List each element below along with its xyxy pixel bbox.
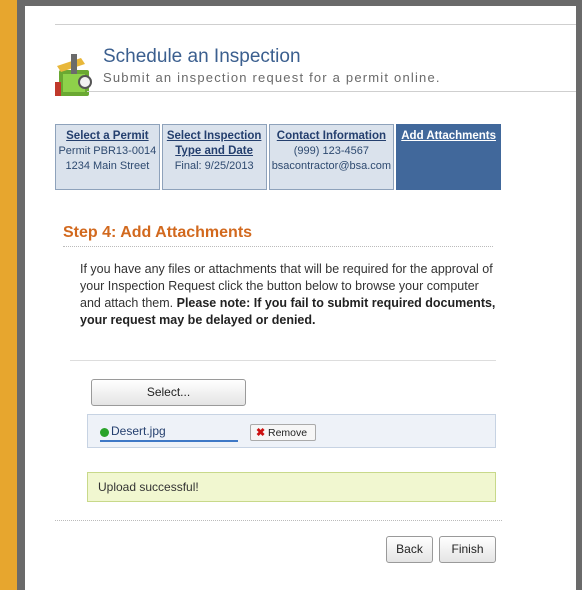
wizard-steps: Select a Permit Permit PBR13-0014 1234 M… (55, 124, 502, 194)
step-title-contact-information[interactable]: Contact Information (270, 129, 394, 144)
select-file-button[interactable]: Select... (91, 379, 246, 406)
step-title-select-permit[interactable]: Select a Permit (56, 129, 159, 144)
step-permit-address: 1234 Main Street (65, 160, 150, 172)
step-contact-information[interactable]: Contact Information (999) 123-4567 bsaco… (268, 124, 395, 190)
finish-button[interactable]: Finish (439, 536, 496, 563)
page-subtitle: Submit an inspection request for a permi… (103, 70, 441, 85)
step-select-permit[interactable]: Select a Permit Permit PBR13-0014 1234 M… (55, 124, 160, 190)
remove-x-icon: ✖ (256, 427, 266, 439)
step-contact-email: bsacontractor@bsa.com (271, 160, 392, 172)
file-name: Desert.jpg (111, 424, 166, 438)
step-title-select-inspection-line2[interactable]: Type and Date (163, 144, 266, 159)
step-title-select-inspection-line1[interactable]: Select Inspection (163, 129, 266, 144)
upload-ok-icon (100, 428, 109, 437)
top-divider (55, 24, 576, 25)
heading-divider (63, 246, 493, 247)
remove-label: Remove (268, 427, 308, 439)
step-contact-phone: (999) 123-4567 (293, 145, 369, 157)
file-progress-bar (100, 440, 238, 442)
step-permit-number: Permit PBR13-0014 (58, 145, 157, 157)
page-title: Schedule an Inspection (103, 46, 301, 67)
back-button[interactable]: Back (386, 536, 433, 563)
section-divider (70, 360, 496, 361)
step-add-attachments[interactable]: Add Attachments (396, 124, 502, 190)
instructions-text: If you have any files or attachments tha… (80, 261, 500, 329)
remove-file-button[interactable]: ✖ Remove (250, 424, 316, 441)
title-divider (87, 91, 576, 92)
step-inspection-date: Final: 9/25/2013 (174, 160, 254, 172)
page: Schedule an Inspection Submit an inspect… (25, 6, 576, 590)
upload-status-message: Upload successful! (87, 472, 496, 502)
footer-divider (55, 520, 502, 521)
uploaded-file-row: Desert.jpg ✖ Remove (87, 414, 496, 448)
step-title-add-attachments[interactable]: Add Attachments (397, 129, 500, 144)
section-heading: Step 4: Add Attachments (63, 224, 253, 241)
step-select-inspection[interactable]: Select Inspection Type and Date Final: 9… (161, 124, 267, 190)
